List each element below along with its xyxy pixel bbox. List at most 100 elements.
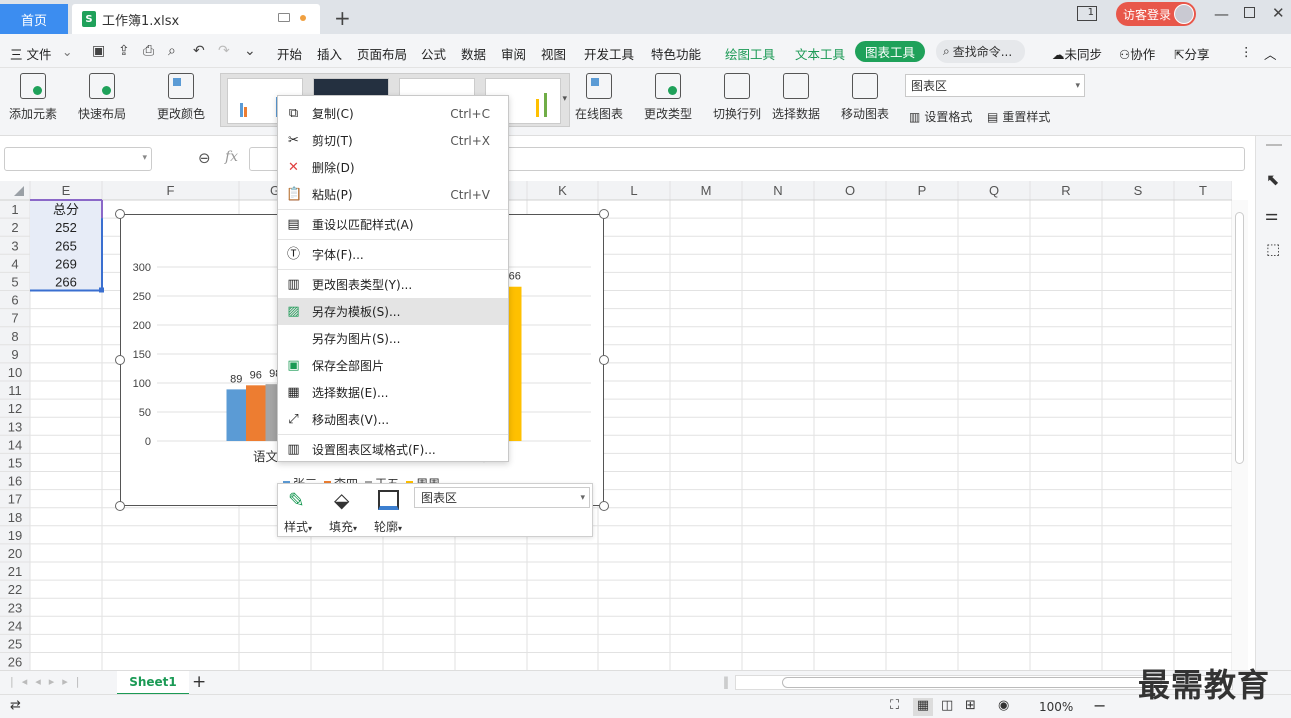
vertical-scroll-thumb[interactable] xyxy=(1235,212,1244,464)
quick-access-chevron-icon[interactable]: ⌄ xyxy=(244,43,256,59)
ctx-save-all-images[interactable]: ▣ 保存全部图片 xyxy=(278,352,508,379)
sheet-tools-icon[interactable]: ⬚ xyxy=(1266,240,1280,258)
resize-handle-bottom-left[interactable] xyxy=(115,501,125,511)
fullscreen-icon[interactable]: ⛶ xyxy=(890,698,899,713)
menu-data[interactable]: 数据 xyxy=(461,44,486,63)
chevron-down-icon[interactable]: ⌄ xyxy=(62,44,72,59)
eye-protect-icon[interactable]: ◉ xyxy=(998,698,1009,713)
undo-icon[interactable]: ↶ xyxy=(193,43,205,59)
ctx-change-chart-type[interactable]: ▥ 更改图表类型(Y)... xyxy=(278,271,508,298)
menu-developer[interactable]: 开发工具 xyxy=(584,44,634,63)
resize-handle-left[interactable] xyxy=(115,355,125,365)
change-color-button[interactable]: 更改颜色 xyxy=(157,73,205,122)
new-tab-button[interactable]: + xyxy=(334,6,351,30)
collapse-ribbon-icon[interactable]: ︿ xyxy=(1264,44,1277,63)
filter-settings-icon[interactable]: ⚌ xyxy=(1265,206,1278,224)
save-icon[interactable]: ▣ xyxy=(92,43,105,59)
ctx-copy[interactable]: ⧉ 复制(C) Ctrl+C xyxy=(278,100,508,127)
outline-icon[interactable] xyxy=(378,490,399,510)
outline-button[interactable]: 轮廓▾ xyxy=(374,518,402,535)
ctx-cut[interactable]: ✂ 剪切(T) Ctrl+X xyxy=(278,127,508,154)
page-break-view-icon[interactable]: ⊞ xyxy=(965,698,976,713)
menu-home[interactable]: 开始 xyxy=(277,44,302,63)
split-handle-icon[interactable]: ‖ xyxy=(723,675,729,689)
ctx-delete[interactable]: ✕ 删除(D) xyxy=(278,154,508,181)
file-menu[interactable]: 三 文件 xyxy=(10,44,51,63)
window-count-icon[interactable]: 1 xyxy=(1077,6,1097,21)
sheet-tab-sheet1[interactable]: Sheet1 xyxy=(117,671,189,695)
pointer-icon[interactable]: ⬉ xyxy=(1266,170,1279,189)
ctx-save-template[interactable]: ▨ 另存为模板(S)... xyxy=(278,298,508,325)
ctx-font[interactable]: Ⓣ 字体(F)... xyxy=(278,241,508,268)
quick-layout-button[interactable]: 快速布局 xyxy=(78,73,126,122)
macro-icon[interactable]: ⇄ xyxy=(10,698,21,713)
reset-style-button[interactable]: ▤ 重置样式 xyxy=(987,108,1050,125)
menu-chart-tools[interactable]: 图表工具 xyxy=(855,41,925,62)
menu-formula[interactable]: 公式 xyxy=(421,44,446,63)
add-sheet-button[interactable]: + xyxy=(192,672,206,692)
sync-button[interactable]: ☁未同步 xyxy=(1052,44,1102,63)
zoom-out-button[interactable]: − xyxy=(1093,696,1106,715)
login-button[interactable]: 访客登录 xyxy=(1116,2,1196,26)
sheet-nav-icon[interactable]: |◂◂▸▸| xyxy=(10,675,88,688)
row-header-21: 21 xyxy=(8,564,22,579)
page-layout-view-icon[interactable]: ◫ xyxy=(941,698,953,713)
style-button[interactable]: 样式▾ xyxy=(284,518,312,535)
drag-handle-icon[interactable] xyxy=(1266,144,1282,146)
menu-page-layout[interactable]: 页面布局 xyxy=(357,44,407,63)
ctx-move-chart[interactable]: ⤢ 移动图表(V)... xyxy=(278,406,508,433)
move-chart-button[interactable]: 移动图表 xyxy=(841,73,889,122)
chart-area-select[interactable]: 图表区 ▾ xyxy=(905,74,1085,97)
switch-rowcol-button[interactable]: 切换行列 xyxy=(713,73,761,122)
preview-icon[interactable]: ⌕ xyxy=(168,43,176,59)
more-icon[interactable]: ⋮ xyxy=(1240,44,1253,59)
ctx-paste[interactable]: 📋 粘贴(P) Ctrl+V xyxy=(278,181,508,208)
zoom-formula-icon[interactable]: ⊖ xyxy=(198,149,211,167)
ctx-save-picture[interactable]: 另存为图片(S)... xyxy=(278,325,508,352)
brush-icon[interactable]: ✎ xyxy=(288,488,305,512)
ctx-format-chart-area[interactable]: ▥ 设置图表区域格式(F)... xyxy=(278,436,508,463)
resize-handle-bottom-right[interactable] xyxy=(599,501,609,511)
resize-handle-top-left[interactable] xyxy=(115,209,125,219)
bar-张三-语文 xyxy=(226,389,246,441)
name-box[interactable]: ▾ xyxy=(4,147,152,171)
close-icon[interactable]: ✕ xyxy=(1272,4,1285,22)
share-button[interactable]: ⇱分享 xyxy=(1174,44,1210,63)
horizontal-scroll-thumb[interactable] xyxy=(782,677,1162,688)
cell-E2: 252 xyxy=(55,220,77,235)
menu-features[interactable]: 特色功能 xyxy=(651,44,701,63)
print-icon[interactable]: ⎙ xyxy=(143,43,154,59)
export-icon[interactable]: ⇪ xyxy=(118,43,130,59)
menu-review[interactable]: 审阅 xyxy=(501,44,526,63)
search-command[interactable]: ⌕ 查找命令... xyxy=(936,40,1025,63)
tab-document[interactable]: S 工作簿1.xlsx xyxy=(72,4,320,34)
set-format-button[interactable]: ▥ 设置格式 xyxy=(909,108,972,125)
menu-view[interactable]: 视图 xyxy=(541,44,566,63)
change-type-button[interactable]: 更改类型 xyxy=(644,73,692,122)
vertical-scrollbar[interactable] xyxy=(1232,200,1248,670)
resize-handle-top-right[interactable] xyxy=(599,209,609,219)
change-type-label: 更改类型 xyxy=(644,107,693,121)
menu-drawing-tools[interactable]: 绘图工具 xyxy=(725,44,775,63)
menu-text-tools[interactable]: 文本工具 xyxy=(795,44,845,63)
collab-button[interactable]: ⚇协作 xyxy=(1119,44,1155,63)
function-icon[interactable]: fx xyxy=(225,149,238,165)
zoom-level[interactable]: 100% xyxy=(1039,700,1073,714)
fill-button[interactable]: 填充▾ xyxy=(329,518,357,535)
resize-handle-right[interactable] xyxy=(599,355,609,365)
redo-icon[interactable]: ↷ xyxy=(218,43,230,59)
add-element-button[interactable]: 添加元素 xyxy=(9,73,57,122)
minimize-icon[interactable]: — xyxy=(1214,5,1229,23)
online-chart-button[interactable]: 在线图表 xyxy=(575,73,623,122)
gallery-expand-icon[interactable]: ▾ xyxy=(562,94,567,104)
tab-home[interactable]: 首页 xyxy=(0,4,68,34)
monitor-icon[interactable] xyxy=(278,13,290,22)
menu-insert[interactable]: 插入 xyxy=(317,44,342,63)
ctx-select-data[interactable]: ▦ 选择数据(E)... xyxy=(278,379,508,406)
mini-chart-area-select[interactable]: 图表区 ▾ xyxy=(414,487,590,508)
fill-bucket-icon[interactable]: ⬙ xyxy=(334,488,349,512)
ctx-reset-style[interactable]: ▤ 重设以匹配样式(A) xyxy=(278,211,508,238)
select-data-button[interactable]: 选择数据 xyxy=(772,73,820,122)
normal-view-icon[interactable]: ▦ xyxy=(913,698,933,716)
maximize-icon[interactable] xyxy=(1244,7,1255,18)
